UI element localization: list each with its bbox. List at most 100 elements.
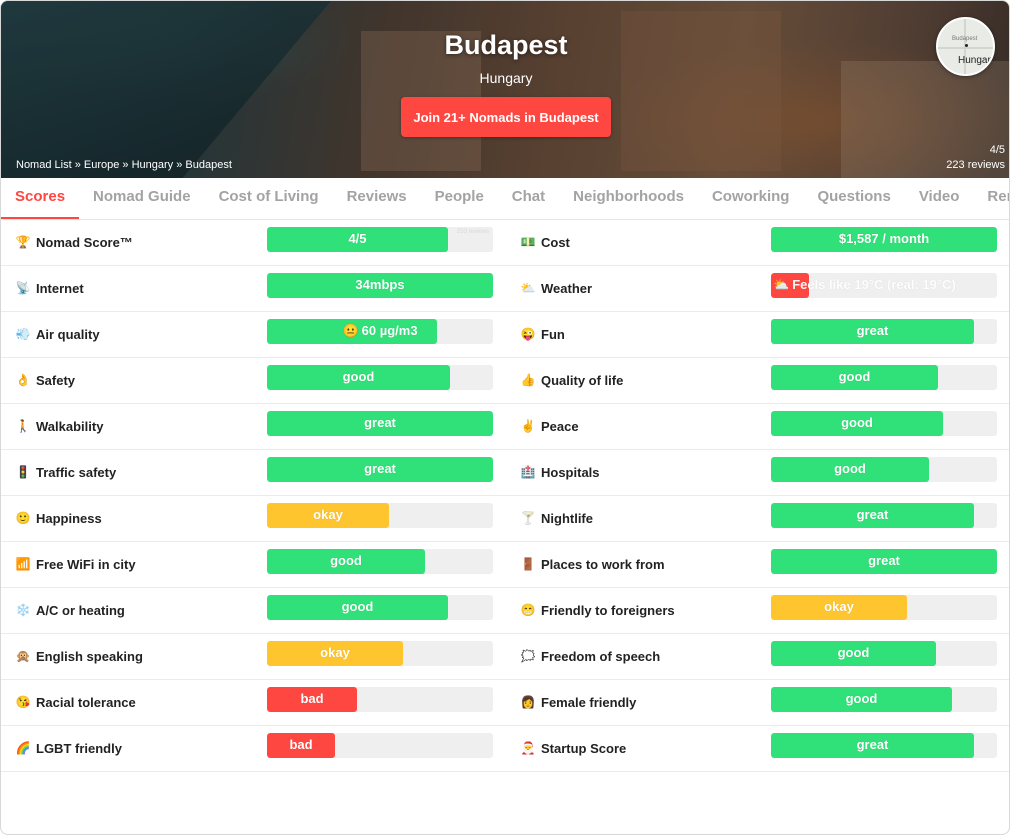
wink-icon: 😘 bbox=[15, 695, 31, 709]
score-bar[interactable]: okay bbox=[267, 503, 493, 528]
section-tabs: Scores Nomad Guide Cost of Living Reviews Pe… bbox=[1, 178, 1009, 220]
score-bar[interactable]: great bbox=[771, 733, 997, 758]
rating-summary: 4/5 223 reviews bbox=[946, 143, 1005, 173]
tab-chat[interactable]: Chat bbox=[498, 178, 559, 219]
score-item-weather[interactable]: ⛅ Weather ⛅ Feels like 19°C (real: 19°C) bbox=[506, 266, 1009, 312]
score-row: 📶 Free WiFi in city good 🚪 Places to work fr… bbox=[1, 542, 1009, 588]
breadcrumb-link[interactable]: Budapest bbox=[185, 159, 231, 171]
score-bar[interactable]: good bbox=[267, 365, 493, 390]
score-item-safety[interactable]: 👌 Safety good bbox=[1, 358, 506, 404]
score-bar[interactable]: good bbox=[771, 687, 997, 712]
tab-video[interactable]: Video bbox=[905, 178, 974, 219]
tab-neighborhoods[interactable]: Neighborhoods bbox=[559, 178, 698, 219]
score-label-wrap: ✌️ Peace bbox=[520, 418, 579, 434]
score-bar[interactable]: okay bbox=[267, 641, 493, 666]
score-bar[interactable]: good bbox=[267, 549, 493, 574]
score-item-free-wifi-in-city[interactable]: 📶 Free WiFi in city good bbox=[1, 542, 506, 588]
score-label-wrap: 😜 Fun bbox=[520, 326, 565, 342]
rating-score: 4/5 bbox=[989, 144, 1005, 156]
review-count[interactable]: 223 reviews bbox=[946, 158, 1005, 173]
breadcrumb-link[interactable]: Nomad List bbox=[16, 159, 72, 171]
score-bar[interactable]: great bbox=[771, 319, 997, 344]
city-hero: Budapest Hungary Join 21+ Nomads in Buda… bbox=[1, 1, 1009, 178]
score-label: A/C or heating bbox=[36, 602, 125, 618]
score-item-internet[interactable]: 📡 Internet 34mbps bbox=[1, 266, 506, 312]
score-bar[interactable]: great bbox=[267, 457, 493, 482]
breadcrumb: Nomad List » Europe » Hungary » Budapest bbox=[16, 159, 232, 171]
score-bar[interactable]: good bbox=[267, 595, 493, 620]
score-item-happiness[interactable]: 🙂 Happiness okay bbox=[1, 496, 506, 542]
score-item-places-to-work-from[interactable]: 🚪 Places to work from great bbox=[506, 542, 1009, 588]
score-bar[interactable]: ⛅ Feels like 19°C (real: 19°C) bbox=[771, 273, 997, 298]
score-row: 🌈 LGBT friendly bad 🎅 Startup Score great bbox=[1, 726, 1009, 772]
score-item-cost[interactable]: 💵 Cost $1,587 / month bbox=[506, 220, 1009, 266]
score-bar[interactable]: $1,587 / month bbox=[771, 227, 997, 252]
score-row: 🚶 Walkability great ✌️ Peace good bbox=[1, 404, 1009, 450]
score-item-walkability[interactable]: 🚶 Walkability great bbox=[1, 404, 506, 450]
score-bar[interactable]: good bbox=[771, 411, 997, 436]
score-bar[interactable]: good bbox=[771, 641, 997, 666]
mini-map[interactable]: Budapest Hungary bbox=[936, 17, 995, 76]
score-item-peace[interactable]: ✌️ Peace good bbox=[506, 404, 1009, 450]
score-bar[interactable]: great bbox=[771, 503, 997, 528]
score-value-text: 60 µg/m3 bbox=[361, 323, 418, 338]
score-bar[interactable]: 34mbps bbox=[267, 273, 493, 298]
score-item-freedom-of-speech[interactable]: 🗯️ Freedom of speech good bbox=[506, 634, 1009, 680]
score-item-quality-of-life[interactable]: 👍 Quality of life good bbox=[506, 358, 1009, 404]
score-item-female-friendly[interactable]: 👩 Female friendly good bbox=[506, 680, 1009, 726]
tab-coworking[interactable]: Coworking bbox=[698, 178, 804, 219]
score-item-friendly-to-foreigners[interactable]: 😁 Friendly to foreigners okay bbox=[506, 588, 1009, 634]
score-label: Freedom of speech bbox=[541, 648, 661, 664]
map-city-label: Budapest bbox=[952, 36, 978, 42]
score-label: Nightlife bbox=[541, 510, 593, 526]
score-item-traffic-safety[interactable]: 🚦 Traffic safety great bbox=[1, 450, 506, 496]
score-item-a-c-or-heating[interactable]: ❄️ A/C or heating good bbox=[1, 588, 506, 634]
score-label: Internet bbox=[36, 280, 84, 296]
score-item-air-quality[interactable]: 💨 Air quality 😐 60 µg/m3 bbox=[1, 312, 506, 358]
score-bar[interactable]: okay bbox=[771, 595, 997, 620]
weather-cloud-icon: ⛅ bbox=[773, 277, 790, 292]
score-item-racial-tolerance[interactable]: 😘 Racial tolerance bad bbox=[1, 680, 506, 726]
tab-nomad-guide[interactable]: Nomad Guide bbox=[79, 178, 205, 219]
woman-icon: 👩 bbox=[520, 695, 536, 709]
score-item-hospitals[interactable]: 🏥 Hospitals good bbox=[506, 450, 1009, 496]
score-value: okay bbox=[313, 507, 343, 522]
score-item-nomad-score[interactable]: 🏆 Nomad Score™ 4/5 253 reviews bbox=[1, 220, 506, 266]
score-label-wrap: 🏥 Hospitals bbox=[520, 464, 600, 480]
score-bar[interactable]: bad bbox=[267, 733, 493, 758]
city-page: Budapest Hungary Join 21+ Nomads in Buda… bbox=[0, 0, 1010, 835]
grin-icon: 😁 bbox=[520, 603, 536, 617]
score-item-english-speaking[interactable]: 🙊 English speaking okay bbox=[1, 634, 506, 680]
tab-reviews[interactable]: Reviews bbox=[333, 178, 421, 219]
breadcrumb-link[interactable]: Hungary bbox=[132, 159, 174, 171]
score-value: good bbox=[838, 369, 871, 384]
breadcrumb-link[interactable]: Europe bbox=[84, 159, 119, 171]
score-item-fun[interactable]: 😜 Fun great bbox=[506, 312, 1009, 358]
tab-cost-of-living[interactable]: Cost of Living bbox=[205, 178, 333, 219]
santa-icon: 🎅 bbox=[520, 741, 536, 755]
score-label: Walkability bbox=[36, 418, 104, 434]
score-bar[interactable]: good bbox=[771, 457, 997, 482]
wind-icon: 💨 bbox=[15, 327, 31, 341]
score-item-lgbt-friendly[interactable]: 🌈 LGBT friendly bad bbox=[1, 726, 506, 772]
tab-questions[interactable]: Questions bbox=[803, 178, 904, 219]
score-bar[interactable]: 4/5 253 reviews bbox=[267, 227, 493, 252]
score-row: 🙊 English speaking okay 🗯️ Freedom of speech… bbox=[1, 634, 1009, 680]
score-row: 📡 Internet 34mbps ⛅ Weather ⛅ Feels like 19°C … bbox=[1, 266, 1009, 312]
score-row: 😘 Racial tolerance bad 👩 Female friendly good bbox=[1, 680, 1009, 726]
tab-people[interactable]: People bbox=[421, 178, 498, 219]
score-bar[interactable]: great bbox=[267, 411, 493, 436]
score-label-wrap: 🙊 English speaking bbox=[15, 648, 143, 664]
score-item-startup-score[interactable]: 🎅 Startup Score great bbox=[506, 726, 1009, 772]
score-bar[interactable]: 😐 60 µg/m3 bbox=[267, 319, 493, 344]
tab-scores[interactable]: Scores bbox=[1, 178, 80, 219]
score-item-nightlife[interactable]: 🍸 Nightlife great bbox=[506, 496, 1009, 542]
join-nomads-button[interactable]: Join 21+ Nomads in Budapest bbox=[401, 97, 611, 137]
score-bar[interactable]: great bbox=[771, 549, 997, 574]
ok-hand-icon: 👌 bbox=[15, 373, 31, 387]
tab-remote[interactable]: Remote bbox=[973, 178, 1009, 219]
score-bar[interactable]: good bbox=[771, 365, 997, 390]
score-bar[interactable]: bad bbox=[267, 687, 493, 712]
hospital-icon: 🏥 bbox=[520, 465, 536, 479]
monkey-icon: 🙊 bbox=[15, 649, 31, 663]
